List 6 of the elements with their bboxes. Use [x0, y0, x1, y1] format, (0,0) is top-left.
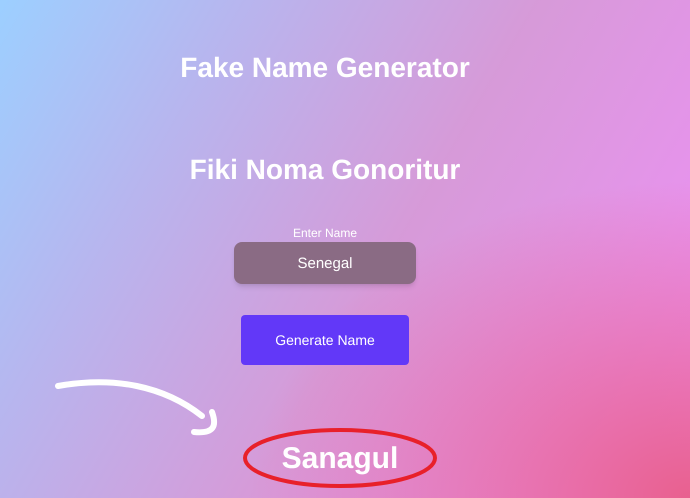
field-label: Enter Name — [292, 226, 358, 240]
generated-title: Fiki Noma Gonoritur — [190, 153, 460, 187]
page-title: Fake Name Generator — [180, 51, 470, 85]
result-name: Sanagul — [282, 440, 398, 476]
generate-button[interactable]: Generate Name — [241, 315, 409, 365]
name-input[interactable]: Senegal — [234, 242, 416, 284]
